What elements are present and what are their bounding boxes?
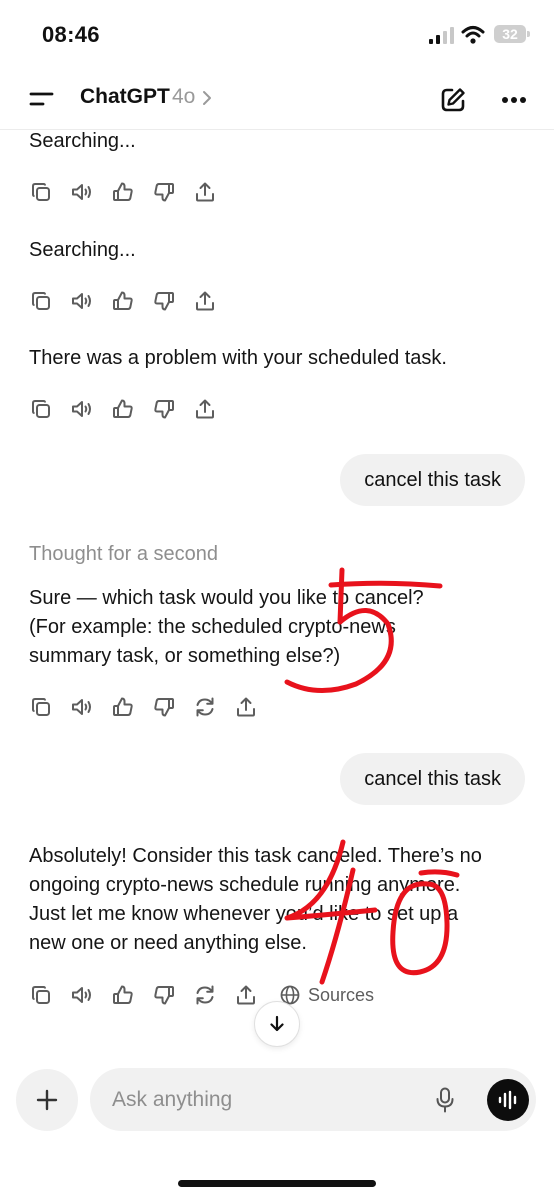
sources-label: Sources	[308, 984, 375, 1005]
message-line: Just let me know whenever you’d like to …	[29, 903, 459, 925]
read-aloud-icon[interactable]	[70, 180, 94, 204]
more-options-icon[interactable]	[501, 96, 527, 104]
read-aloud-icon[interactable]	[70, 289, 94, 313]
attach-button[interactable]	[16, 1069, 78, 1131]
message-line: ongoing crypto-news schedule running any…	[29, 874, 461, 896]
read-aloud-icon[interactable]	[70, 695, 94, 719]
plus-icon	[36, 1089, 58, 1111]
share-icon[interactable]	[193, 397, 217, 421]
thumbs-down-icon[interactable]	[152, 397, 176, 421]
user-message: cancel this task	[340, 454, 525, 506]
share-icon[interactable]	[234, 695, 258, 719]
thought-indicator[interactable]: Thought for a second	[29, 543, 218, 566]
message-line: Absolutely! Consider this task canceled.…	[29, 845, 482, 867]
battery-tip	[527, 31, 530, 37]
copy-icon[interactable]	[29, 695, 53, 719]
new-chat-icon[interactable]	[439, 86, 467, 114]
prompt-input[interactable]	[112, 1068, 412, 1131]
assistant-message: There was a problem with your scheduled …	[29, 347, 447, 369]
model-selector[interactable]: 4o	[172, 85, 195, 109]
composer	[90, 1068, 536, 1131]
copy-icon[interactable]	[29, 289, 53, 313]
thumbs-down-icon[interactable]	[152, 695, 176, 719]
voice-mode-button[interactable]	[487, 1079, 529, 1121]
thumbs-up-icon[interactable]	[111, 397, 135, 421]
app-header: ChatGPT 4o	[0, 72, 554, 130]
thumbs-down-icon[interactable]	[152, 180, 176, 204]
battery-indicator: 32	[494, 25, 526, 43]
assistant-message: Sure — which task would you like to canc…	[29, 584, 529, 671]
assistant-message: Absolutely! Consider this task canceled.…	[29, 842, 539, 958]
copy-icon[interactable]	[29, 180, 53, 204]
regenerate-icon[interactable]	[193, 695, 217, 719]
message-line: (For example: the scheduled crypto-news	[29, 616, 396, 638]
voice-waveform-icon	[498, 1090, 517, 1110]
share-icon[interactable]	[234, 983, 258, 1007]
copy-icon[interactable]	[29, 983, 53, 1007]
message-line: new one or need anything else.	[29, 932, 307, 954]
thumbs-up-icon[interactable]	[111, 983, 135, 1007]
user-message: cancel this task	[340, 753, 525, 805]
read-aloud-icon[interactable]	[70, 983, 94, 1007]
microphone-icon[interactable]	[435, 1087, 455, 1113]
thumbs-down-icon[interactable]	[152, 983, 176, 1007]
scroll-to-bottom-button[interactable]	[254, 1001, 300, 1047]
chevron-right-icon[interactable]	[201, 90, 213, 106]
sources-button[interactable]: Sources	[280, 983, 374, 1007]
wifi-icon	[461, 26, 485, 44]
share-icon[interactable]	[193, 180, 217, 204]
message-line: summary task, or something else?)	[29, 645, 341, 667]
thumbs-up-icon[interactable]	[111, 289, 135, 313]
app-title[interactable]: ChatGPT	[80, 85, 170, 109]
assistant-message: Searching...	[29, 130, 136, 152]
thumbs-down-icon[interactable]	[152, 289, 176, 313]
thumbs-up-icon[interactable]	[111, 180, 135, 204]
status-time: 08:46	[42, 22, 100, 47]
message-line: Sure — which task would you like to canc…	[29, 587, 424, 609]
share-icon[interactable]	[193, 289, 217, 313]
cellular-signal-icon	[429, 27, 454, 44]
read-aloud-icon[interactable]	[70, 397, 94, 421]
copy-icon[interactable]	[29, 397, 53, 421]
thumbs-up-icon[interactable]	[111, 695, 135, 719]
menu-icon[interactable]	[28, 88, 54, 110]
regenerate-icon[interactable]	[193, 983, 217, 1007]
status-bar: 08:46 32	[0, 0, 554, 72]
assistant-message: Searching...	[29, 239, 136, 261]
arrow-down-icon	[270, 1015, 284, 1032]
home-indicator	[178, 1180, 376, 1187]
